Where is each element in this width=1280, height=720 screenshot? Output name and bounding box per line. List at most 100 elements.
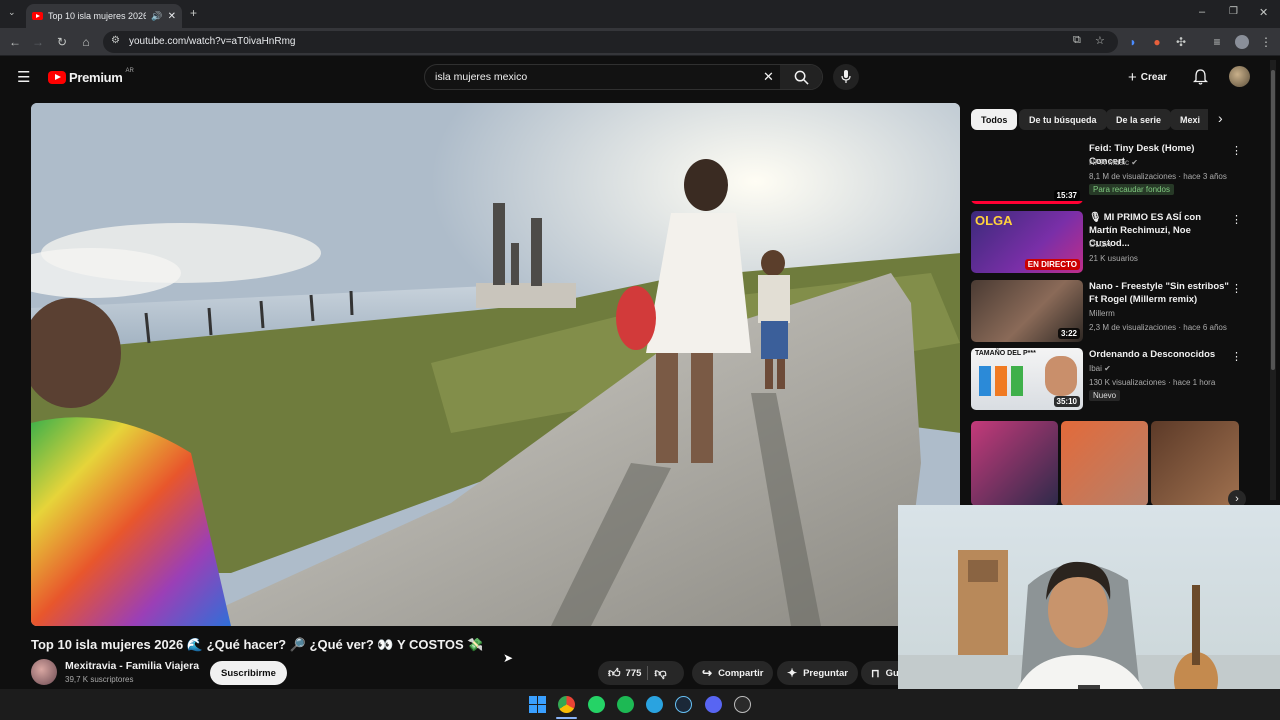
- tab-title: Top 10 isla mujeres 2026 🌊: [48, 10, 147, 21]
- create-button[interactable]: + Crear: [1128, 69, 1167, 86]
- recommendation-item[interactable]: 3:22 Nano - Freestyle "Sin estribos" Ft …: [971, 280, 1242, 344]
- close-tab-icon[interactable]: ✕: [168, 11, 176, 22]
- close-window-icon[interactable]: ✕: [1259, 6, 1268, 19]
- sparkle-icon: ✦: [787, 666, 798, 680]
- logo-text: Premium: [69, 70, 123, 85]
- thumbnail-text: TAMAÑO DEL P***: [975, 350, 1036, 357]
- save-label: Gu: [885, 667, 899, 679]
- short-thumbnail[interactable]: [971, 421, 1058, 506]
- recommendation-item[interactable]: OLGA EN DIRECTO 🎙 MI PRIMO ES ASÍ con Ma…: [971, 211, 1242, 275]
- ask-button[interactable]: ✦ Preguntar: [777, 661, 858, 685]
- site-info-icon[interactable]: ⚙: [111, 35, 120, 46]
- whatsapp-icon[interactable]: [588, 696, 605, 713]
- search-input[interactable]: isla mujeres mexico: [435, 71, 527, 83]
- more-options-icon[interactable]: ⋮: [1231, 213, 1242, 226]
- notifications-bell-icon[interactable]: [1193, 69, 1208, 85]
- browser-tab[interactable]: Top 10 isla mujeres 2026 🌊 🔊 ✕: [26, 4, 182, 28]
- chrome-icon[interactable]: [558, 696, 575, 713]
- video-thumbnail: OLGA EN DIRECTO: [971, 211, 1083, 273]
- short-thumbnail[interactable]: [1151, 421, 1239, 506]
- mouse-cursor-icon: ➤: [503, 651, 514, 665]
- more-options-icon[interactable]: ⋮: [1231, 282, 1242, 295]
- view-meta: 2,3 M de visualizaciones · hace 6 años: [1089, 323, 1227, 332]
- like-dislike-group: 👍︎ 775 👎︎: [598, 661, 684, 685]
- extension-icon[interactable]: ●: [1150, 35, 1164, 49]
- channel-name: NPR Music ✔: [1089, 158, 1138, 167]
- bookmark-star-icon[interactable]: ☆: [1095, 34, 1105, 47]
- share-icon: ↪: [702, 666, 713, 680]
- chip-mexico[interactable]: Mexi: [1170, 109, 1208, 130]
- app-icon[interactable]: [734, 696, 751, 713]
- discord-icon[interactable]: [705, 696, 722, 713]
- video-thumbnail: TAMAÑO DEL P*** 35:10: [971, 348, 1083, 410]
- menu-dots-icon[interactable]: ⋮: [1259, 35, 1273, 49]
- subscribe-button[interactable]: Suscribirme: [210, 661, 287, 685]
- thumbs-up-icon: 👍︎: [608, 665, 621, 680]
- bookmark-icon: ⊓: [871, 667, 880, 680]
- search-box: isla mujeres mexico ✕: [424, 64, 823, 90]
- chip-label: Mexi: [1180, 114, 1201, 125]
- chip-todos[interactable]: Todos: [971, 109, 1018, 130]
- youtube-favicon-icon: [32, 12, 43, 20]
- channel-name: Millerm: [1089, 309, 1115, 318]
- spotify-icon[interactable]: [617, 696, 634, 713]
- like-button[interactable]: 👍︎ 775: [608, 666, 641, 681]
- chip-de-la-serie[interactable]: De la serie: [1106, 109, 1172, 130]
- clear-search-icon[interactable]: ✕: [763, 69, 774, 85]
- watch-progress-bar: [971, 201, 1083, 204]
- share-label: Compartir: [718, 667, 764, 679]
- chip-label: De tu búsqueda: [1029, 114, 1097, 125]
- duration-badge: 15:37: [1053, 190, 1080, 201]
- extensions-puzzle-icon[interactable]: ✣: [1174, 35, 1188, 49]
- tab-list-icon[interactable]: ⌄: [8, 7, 16, 18]
- short-thumbnail[interactable]: [1061, 421, 1148, 506]
- back-icon[interactable]: ←: [8, 35, 22, 49]
- extension-icon[interactable]: ◗: [1126, 35, 1140, 49]
- youtube-header: ☰ Premium AR isla mujeres mexico ✕ + Cre…: [0, 56, 1280, 100]
- recommendation-item[interactable]: TAMAÑO DEL P*** 35:10 Ordenando a Descon…: [971, 348, 1242, 412]
- youtube-logo-icon: [48, 71, 66, 84]
- chip-de-tu-busqueda[interactable]: De tu búsqueda: [1019, 109, 1107, 130]
- audio-icon[interactable]: 🔊: [151, 11, 162, 22]
- fundraiser-badge: Para recaudar fondos: [1089, 184, 1174, 195]
- url-input[interactable]: ⚙ youtube.com/watch?v=aT0ivaHnRmg ⧉ ☆: [103, 31, 1118, 53]
- restore-icon[interactable]: ❐: [1229, 6, 1238, 17]
- reload-icon[interactable]: ↻: [55, 35, 69, 49]
- more-options-icon[interactable]: ⋮: [1231, 350, 1242, 363]
- live-badge: EN DIRECTO: [1024, 259, 1080, 270]
- install-app-icon[interactable]: ⧉: [1073, 34, 1081, 47]
- video-thumbnail: 3:22: [971, 280, 1083, 342]
- chevron-right-icon[interactable]: ›: [1218, 110, 1223, 126]
- recommendation-item[interactable]: 15:37 Feid: Tiny Desk (Home) Concert NPR…: [971, 142, 1242, 206]
- channel-name[interactable]: Mexitravia - Familia Viajera: [65, 660, 199, 672]
- minimize-icon[interactable]: –: [1199, 6, 1205, 18]
- more-options-icon[interactable]: ⋮: [1231, 144, 1242, 157]
- profile-avatar[interactable]: [1235, 35, 1249, 49]
- windows-taskbar: [0, 689, 1280, 720]
- search-button[interactable]: [780, 65, 822, 89]
- hamburger-menu-icon[interactable]: ☰: [17, 68, 30, 86]
- home-icon[interactable]: ⌂: [79, 35, 93, 49]
- video-player[interactable]: [31, 103, 960, 626]
- active-indicator: [556, 717, 577, 719]
- scrollbar-track[interactable]: [1270, 60, 1276, 500]
- media-control-icon[interactable]: ≡: [1210, 35, 1224, 49]
- share-button[interactable]: ↪ Compartir: [692, 661, 774, 685]
- steam-icon[interactable]: [675, 696, 692, 713]
- browser-tab-bar: ⌄ Top 10 isla mujeres 2026 🌊 🔊 ✕ + – ❐ ✕: [0, 0, 1280, 28]
- forward-icon[interactable]: →: [31, 35, 45, 49]
- account-avatar[interactable]: [1229, 66, 1250, 87]
- duration-badge: 3:22: [1057, 328, 1080, 339]
- save-button[interactable]: ⊓ Gu: [861, 661, 901, 685]
- dislike-button[interactable]: 👎︎: [654, 666, 666, 681]
- scrollbar-thumb[interactable]: [1271, 70, 1275, 370]
- new-badge: Nuevo: [1089, 390, 1121, 401]
- channel-avatar[interactable]: [31, 659, 57, 685]
- voice-search-button[interactable]: [833, 64, 859, 90]
- windows-start-icon[interactable]: [529, 696, 546, 713]
- new-tab-icon[interactable]: +: [190, 6, 197, 20]
- youtube-premium-logo[interactable]: Premium AR: [48, 68, 134, 85]
- webcam-overlay: [898, 505, 1280, 720]
- url-text: youtube.com/watch?v=aT0ivaHnRmg: [129, 36, 296, 47]
- telegram-icon[interactable]: [646, 696, 663, 713]
